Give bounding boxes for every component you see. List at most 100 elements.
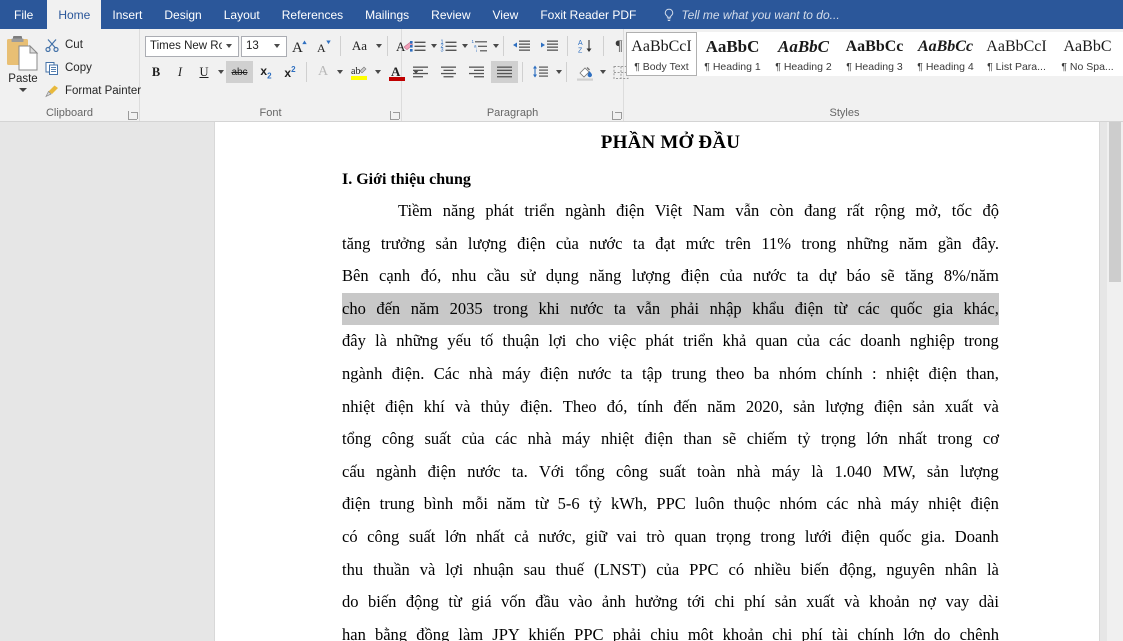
- change-case-button[interactable]: Aa: [346, 35, 373, 57]
- change-case-caret-icon[interactable]: [376, 44, 382, 48]
- text-highlight-button[interactable]: ab: [345, 61, 372, 83]
- tab-design[interactable]: Design: [153, 0, 212, 29]
- shading-caret-icon[interactable]: [600, 70, 606, 74]
- tab-file[interactable]: File: [0, 0, 48, 29]
- line-spacing-icon: [533, 65, 548, 78]
- font-size-caret-icon[interactable]: [274, 44, 280, 48]
- word: mỗi: [462, 494, 488, 514]
- text-effects-caret-icon[interactable]: [337, 70, 343, 74]
- document-line: tăng trưởng sản lượng điện của nước ta đạt mức trê…: [342, 228, 999, 261]
- bullet-list-icon: [410, 41, 426, 52]
- numbering-button[interactable]: 1 2 3: [438, 35, 460, 57]
- line-spacing-caret-icon[interactable]: [556, 70, 562, 74]
- grow-font-button[interactable]: A: [289, 35, 311, 57]
- line-spacing-button[interactable]: [527, 61, 554, 83]
- paste-button[interactable]: Paste: [5, 32, 41, 92]
- word: giá: [471, 592, 492, 612]
- multilevel-list-button[interactable]: 1 a i: [469, 35, 491, 57]
- paste-dropdown-caret[interactable]: [19, 88, 27, 92]
- word: của: [555, 233, 579, 253]
- superscript-button[interactable]: x2: [279, 61, 301, 83]
- strikethrough-button[interactable]: abc: [226, 61, 253, 83]
- svg-text:A: A: [578, 40, 583, 47]
- increase-indent-button[interactable]: [536, 35, 563, 57]
- word: đến: [673, 396, 698, 416]
- word: sẽ: [722, 429, 737, 449]
- tab-references[interactable]: References: [271, 0, 354, 29]
- font-name-caret-icon[interactable]: [226, 44, 232, 48]
- style-item-no-spacing[interactable]: AaBbC ¶ No Spa...: [1052, 32, 1123, 76]
- text-effects-button[interactable]: A: [312, 61, 334, 83]
- numbering-caret-icon[interactable]: [462, 44, 468, 48]
- word: lớn: [866, 429, 888, 449]
- style-item-heading-1[interactable]: AaBbC ¶ Heading 1: [697, 32, 768, 76]
- document-content[interactable]: PHẦN MỞ ĐẦU I. Giới thiệu chung Tiềm năn…: [342, 122, 999, 641]
- text-highlight-caret-icon[interactable]: [375, 70, 381, 74]
- word: nhà: [468, 363, 493, 383]
- word: lượng: [467, 233, 507, 253]
- word: bình: [423, 494, 454, 514]
- underline-caret-icon[interactable]: [218, 70, 224, 74]
- decrease-indent-button[interactable]: [508, 35, 535, 57]
- tab-layout[interactable]: Layout: [213, 0, 271, 29]
- word: nguyên: [886, 559, 935, 579]
- word: từ: [534, 494, 549, 514]
- document-line: cho đến năm 2035 trong khi nước ta vẫn phải nhập kh…: [342, 292, 999, 326]
- tab-home[interactable]: Home: [47, 0, 102, 29]
- font-size-input[interactable]: 13: [241, 35, 287, 57]
- subscript-button[interactable]: x2: [255, 61, 277, 83]
- tab-review[interactable]: Review: [420, 0, 481, 29]
- tab-view[interactable]: View: [482, 0, 530, 29]
- justify-button[interactable]: [491, 61, 518, 83]
- tell-me-search[interactable]: Tell me what you want to do...: [647, 0, 849, 29]
- italic-glyph: I: [177, 64, 183, 79]
- word: điện: [970, 494, 999, 514]
- underline-glyph: U: [199, 64, 209, 79]
- format-painter-button[interactable]: Format Painter: [41, 81, 145, 101]
- word: quốc: [879, 526, 912, 546]
- word: năm: [707, 396, 736, 416]
- copy-button[interactable]: Copy: [41, 58, 145, 78]
- tab-insert[interactable]: Insert: [101, 0, 153, 29]
- document-body[interactable]: Tiềm năng phát triển ngành điện Việt Nam…: [342, 195, 999, 641]
- vertical-scrollbar[interactable]: [1107, 122, 1123, 641]
- style-item-heading-3[interactable]: AaBbCc ¶ Heading 3: [839, 32, 910, 76]
- sort-button[interactable]: A Z: [572, 35, 599, 57]
- align-right-button[interactable]: [463, 61, 490, 83]
- font-name-input[interactable]: Times New Ro: [145, 35, 239, 57]
- scrollbar-thumb[interactable]: [1109, 122, 1121, 282]
- underline-button[interactable]: U: [193, 61, 215, 83]
- word: công: [381, 429, 414, 449]
- word: dự: [819, 266, 837, 286]
- align-left-button[interactable]: [407, 61, 434, 83]
- bullets-button[interactable]: [407, 35, 429, 57]
- font-dialog-launcher[interactable]: [390, 111, 400, 120]
- style-item-body-text[interactable]: AaBbCcI ¶ Body Text: [626, 32, 697, 76]
- word: điện: [874, 396, 903, 416]
- shrink-font-button[interactable]: A: [313, 35, 335, 57]
- word: nghiệp: [909, 331, 955, 351]
- word: :: [872, 363, 877, 383]
- style-item-list-paragraph[interactable]: AaBbCcI ¶ List Para...: [981, 32, 1052, 76]
- bold-button[interactable]: B: [145, 61, 167, 83]
- multilevel-list-caret-icon[interactable]: [493, 44, 499, 48]
- word: 11%: [761, 233, 791, 253]
- italic-button[interactable]: I: [169, 61, 191, 83]
- style-item-heading-2[interactable]: AaBbC ¶ Heading 2: [768, 32, 839, 76]
- tab-foxit-reader-pdf[interactable]: Foxit Reader PDF: [529, 0, 647, 29]
- style-item-heading-4[interactable]: AaBbCc ¶ Heading 4: [910, 32, 981, 76]
- word: gia.: [920, 526, 946, 546]
- style-preview: AaBbCcI: [631, 38, 692, 55]
- document-page[interactable]: PHẦN MỞ ĐẦU I. Giới thiệu chung Tiềm năn…: [214, 122, 1100, 641]
- clipboard-dialog-launcher[interactable]: [128, 111, 138, 120]
- cut-button[interactable]: Cut: [41, 35, 145, 55]
- align-center-button[interactable]: [435, 61, 462, 83]
- justify-icon: [497, 66, 512, 78]
- bullets-caret-icon[interactable]: [431, 44, 437, 48]
- tab-mailings[interactable]: Mailings: [354, 0, 420, 29]
- lightbulb-icon: [665, 8, 674, 21]
- word: là: [375, 331, 387, 351]
- word: nợ: [919, 592, 936, 612]
- word: đến: [376, 298, 401, 318]
- shading-button[interactable]: [571, 61, 598, 83]
